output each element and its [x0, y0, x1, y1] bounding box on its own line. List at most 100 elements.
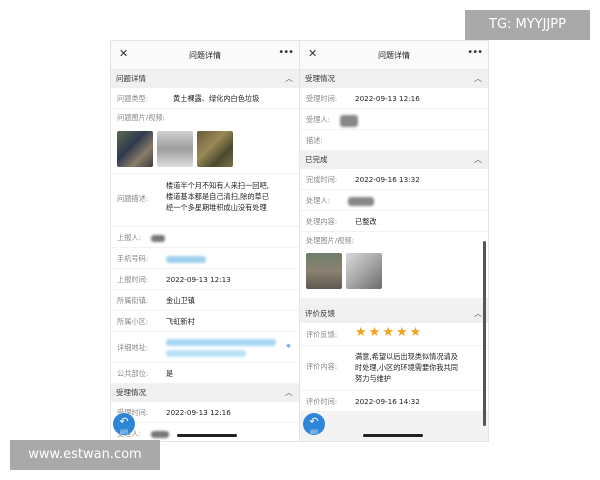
back-button[interactable]: ↶ 返回	[303, 413, 325, 435]
problem-type-row: 问题类型: 黄土裸露、绿化内白色垃圾	[111, 88, 299, 109]
accept-time-value: 2022-09-13 12:16	[355, 94, 420, 103]
chevron-up-icon[interactable]: ︿	[474, 70, 482, 88]
eval-content-row: 评价内容: 满意,希望以后出现类似情况请及 时处理,小区的环境需要你我共同 努力…	[300, 346, 488, 391]
problem-desc-row: 问题描述: 楼道半个月不知有人来扫一回吧, 楼道基本都是自己清扫,除的草已 经一…	[111, 174, 299, 227]
page-title: 问题详情	[189, 51, 221, 60]
star-icon: ★	[382, 325, 394, 340]
problem-desc-label: 问题描述:	[117, 194, 149, 203]
section-header-accept[interactable]: 受理情况 ︿	[111, 384, 299, 402]
handle-photo-1[interactable]	[306, 253, 342, 289]
feedback-label: 评价反馈:	[306, 330, 338, 339]
section-header-done[interactable]: 已完成 ︿	[300, 151, 488, 169]
handle-images-label: 处理图片/视频:	[306, 236, 354, 245]
address-row: 详细地址: ⌖	[111, 332, 299, 363]
accept-person-label: 受理人:	[306, 115, 330, 124]
eval-line: 满意,希望以后出现类似情况请及	[355, 352, 458, 361]
phone-row: 手机号码:	[111, 248, 299, 269]
rating-stars: ★ ★ ★ ★ ★	[355, 325, 482, 340]
eval-line: 时处理,小区的环境需要你我共同	[355, 363, 458, 372]
eval-content-label: 评价内容:	[306, 362, 338, 371]
accept-time-row: 受理时间: 2022-09-13 12:16	[300, 88, 488, 109]
accept-desc-row: 描述:	[300, 130, 488, 151]
accept-time-label: 受理时间:	[306, 94, 338, 103]
content-label: 处理内容:	[306, 217, 338, 226]
handler-label: 处理人:	[306, 196, 330, 205]
title-bar: ✕ 问题详情 •••	[111, 41, 299, 70]
problem-photo-1[interactable]	[117, 131, 153, 167]
report-time-row: 上报时间: 2022-09-13 12:13	[111, 269, 299, 290]
problem-photo-2[interactable]	[157, 131, 193, 167]
chevron-up-icon[interactable]: ︿	[474, 305, 482, 323]
problem-type-label: 问题类型:	[117, 94, 149, 103]
accept-time-value: 2022-09-13 12:16	[166, 408, 231, 417]
handler-row: 处理人:	[300, 190, 488, 211]
section-header-problem[interactable]: 问题详情 ︿	[111, 70, 299, 88]
community-value: 飞虹新村	[166, 317, 195, 326]
star-icon: ★	[395, 325, 408, 340]
handle-photo-2[interactable]	[346, 253, 382, 289]
address-value-blurred	[166, 337, 279, 357]
public-area-label: 公共部位:	[117, 369, 149, 378]
address-label: 详细地址:	[117, 343, 149, 352]
section-title: 评价反馈	[305, 309, 335, 318]
section-header-eval[interactable]: 评价反馈 ︿	[300, 305, 488, 323]
problem-images-label: 问题图片/视频:	[117, 113, 165, 122]
star-icon: ★	[355, 325, 367, 340]
chevron-up-icon[interactable]: ︿	[474, 151, 482, 169]
desc-line: 楼道半个月不知有人来扫一回吧,	[166, 181, 269, 190]
accept-person-row: 受理人:	[300, 109, 488, 130]
street-row: 所属街镇: 金山卫镇	[111, 290, 299, 311]
desc-line: 经一个多星期堆积成山没有处理	[166, 203, 267, 212]
content-row: 处理内容: 已整改	[300, 211, 488, 232]
reporter-value-blurred	[151, 233, 293, 242]
watermark-tg: TG: MYYJJPP	[465, 10, 590, 40]
section-title: 受理情况	[305, 74, 335, 83]
report-time-label: 上报时间:	[117, 275, 149, 284]
more-icon[interactable]: •••	[278, 47, 294, 58]
community-row: 所属小区: 飞虹新村	[111, 311, 299, 332]
done-time-label: 完成时间:	[306, 175, 338, 184]
watermark-site: www.estwan.com	[10, 440, 160, 470]
problem-photo-3[interactable]	[197, 131, 233, 167]
star-icon: ★	[409, 325, 422, 340]
accept-time-row: 受理时间: 2022-09-13 12:16	[111, 402, 299, 423]
section-title: 问题详情	[116, 74, 146, 83]
chevron-up-icon[interactable]: ︿	[285, 384, 293, 402]
done-time-row: 完成时间: 2022-09-16 13:32	[300, 169, 488, 190]
accept-person-value-blurred	[340, 115, 482, 127]
back-button-label: 返回	[310, 429, 318, 434]
community-label: 所属小区:	[117, 317, 149, 326]
chevron-up-icon[interactable]: ︿	[285, 70, 293, 88]
home-indicator	[177, 434, 237, 437]
feedback-row: 评价反馈: ★ ★ ★ ★ ★	[300, 323, 488, 346]
star-icon: ★	[368, 325, 381, 340]
reporter-label: 上报人:	[117, 233, 141, 242]
street-value: 金山卫镇	[166, 296, 195, 305]
report-time-value: 2022-09-13 12:13	[166, 275, 231, 284]
reporter-row: 上报人:	[111, 227, 299, 248]
street-label: 所属街镇:	[117, 296, 149, 305]
title-bar: ✕ 问题详情 •••	[300, 41, 488, 70]
page-title: 问题详情	[378, 51, 410, 60]
eval-time-row: 评价时间: 2022-09-16 14:32	[300, 391, 488, 412]
eval-time-label: 评价时间:	[306, 397, 338, 406]
eval-line: 努力与维护	[355, 374, 391, 383]
scrollbar[interactable]	[483, 241, 486, 426]
back-button[interactable]: ↶ 返回	[113, 413, 135, 435]
handle-images-row: 处理图片/视频:	[300, 232, 488, 299]
section-title: 已完成	[305, 155, 328, 164]
public-area-value: 是	[166, 369, 174, 378]
phone-value-blurred	[166, 254, 293, 263]
problem-type-value: 黄土裸露、绿化内白色垃圾	[173, 94, 260, 103]
section-header-accept[interactable]: 受理情况 ︿	[300, 70, 488, 88]
eval-time-value: 2022-09-16 14:32	[355, 397, 420, 406]
desc-line: 楼道基本都是自己清扫,除的草已	[166, 192, 269, 201]
location-pin-icon[interactable]: ⌖	[286, 342, 291, 352]
more-icon[interactable]: •••	[467, 47, 483, 58]
home-indicator	[363, 434, 423, 437]
problem-images-row: 问题图片/视频:	[111, 109, 299, 174]
section-title: 受理情况	[116, 388, 146, 397]
content-value: 已整改	[355, 217, 377, 226]
accept-desc-label: 描述:	[306, 136, 323, 145]
problem-desc-value: 楼道半个月不知有人来扫一回吧, 楼道基本都是自己清扫,除的草已 经一个多星期堆积…	[166, 180, 293, 213]
